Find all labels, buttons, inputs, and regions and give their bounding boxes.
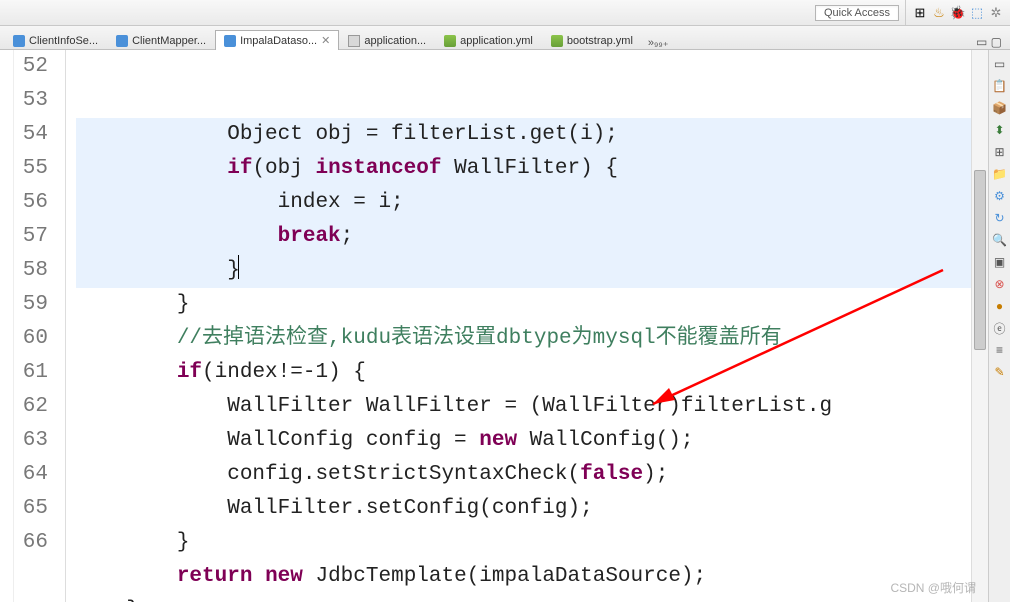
code-line[interactable]: index = i;	[76, 186, 971, 220]
scrollbar-thumb[interactable]	[974, 170, 986, 350]
tab-label: bootstrap.yml	[567, 35, 633, 47]
line-number: 52	[14, 50, 48, 84]
line-number: 59	[14, 288, 48, 322]
code-line[interactable]: }	[76, 594, 971, 602]
perspective-icons: ⊞ ♨ 🐞 ⬚ ✲	[905, 0, 1004, 25]
line-number: 55	[14, 152, 48, 186]
problems-icon[interactable]: ⊗	[992, 276, 1008, 292]
line-number: 64	[14, 458, 48, 492]
code-line[interactable]: Object obj = filterList.get(i);	[76, 118, 971, 152]
line-number: 62	[14, 390, 48, 424]
type-hierarchy-icon[interactable]: ⬍	[992, 122, 1008, 138]
more-tabs-indicator[interactable]: »₉₉₊	[642, 36, 675, 49]
code-line[interactable]: if(obj instanceof WallFilter) {	[76, 152, 971, 186]
hierarchy-icon[interactable]: ⊞	[992, 144, 1008, 160]
java-file-icon	[116, 35, 128, 47]
line-number: 61	[14, 356, 48, 390]
editor-tab-4[interactable]: application.yml	[435, 31, 542, 50]
editor-tab-1[interactable]: ClientMapper...	[107, 31, 215, 50]
code-line[interactable]: config.setStrictSyntaxCheck(false);	[76, 458, 971, 492]
marker-gutter	[0, 50, 14, 602]
editor-tab-0[interactable]: ClientInfoSe...	[4, 31, 107, 50]
console-icon[interactable]: ▣	[992, 254, 1008, 270]
editor-tabs: ClientInfoSe... ClientMapper... ImpalaData…	[0, 26, 1010, 50]
code-line[interactable]: WallFilter.setConfig(config);	[76, 492, 971, 526]
java-perspective-icon[interactable]: ♨	[931, 5, 947, 21]
code-line[interactable]: }	[76, 254, 971, 288]
close-tab-icon[interactable]: ✕	[321, 34, 330, 47]
tab-label: ImpalaDataso...	[240, 35, 317, 47]
line-number: 56	[14, 186, 48, 220]
variables-icon[interactable]: ≡	[992, 342, 1008, 358]
javaee-perspective-icon[interactable]: ⬚	[969, 5, 985, 21]
quick-access-field[interactable]: Quick Access	[815, 5, 899, 21]
tab-label: application.yml	[460, 35, 533, 47]
fold-gutter	[54, 50, 66, 602]
task-list-icon[interactable]: 📋	[992, 78, 1008, 94]
tab-label: ClientMapper...	[132, 35, 206, 47]
code-line[interactable]: if(index!=-1) {	[76, 356, 971, 390]
debug-icon[interactable]: ↻	[992, 210, 1008, 226]
main-area: 525354555657585960616263646566 Object ob…	[0, 50, 1010, 602]
line-number-gutter: 525354555657585960616263646566	[14, 50, 54, 602]
minimize-view-icon[interactable]: ▭ ▢	[968, 35, 1010, 49]
xml-file-icon	[348, 35, 360, 47]
navigator-icon[interactable]: 📁	[992, 166, 1008, 182]
open-perspective-icon[interactable]: ⊞	[912, 5, 928, 21]
package-explorer-icon[interactable]: 📦	[992, 100, 1008, 116]
expressions-icon[interactable]: ⓔ	[992, 320, 1008, 336]
java-file-icon	[224, 35, 236, 47]
line-number: 65	[14, 492, 48, 526]
line-number: 57	[14, 220, 48, 254]
vertical-scrollbar[interactable]	[971, 50, 988, 602]
code-area[interactable]: Object obj = filterList.get(i); if(obj i…	[66, 50, 971, 602]
code-line[interactable]: }	[76, 288, 971, 322]
code-line[interactable]: //去掉语法检查,kudu表语法设置dbtype为mysql不能覆盖所有	[76, 322, 971, 356]
code-line[interactable]: }	[76, 526, 971, 560]
code-editor[interactable]: 525354555657585960616263646566 Object ob…	[0, 50, 988, 602]
line-number: 54	[14, 118, 48, 152]
tab-label: ClientInfoSe...	[29, 35, 98, 47]
servers-icon[interactable]: ⚙	[992, 188, 1008, 204]
code-line[interactable]: break;	[76, 220, 971, 254]
search-icon[interactable]: 🔍	[992, 232, 1008, 248]
code-line[interactable]: WallFilter WallFilter = (WallFilter)filt…	[76, 390, 971, 424]
debug-perspective-icon[interactable]: 🐞	[950, 5, 966, 21]
history-icon[interactable]: ✎	[992, 364, 1008, 380]
line-number: 60	[14, 322, 48, 356]
line-number: 66	[14, 526, 48, 560]
editor-tab-5[interactable]: bootstrap.yml	[542, 31, 642, 50]
java-file-icon	[13, 35, 25, 47]
yml-file-icon	[444, 35, 456, 47]
watermark-text: CSDN @哦何谓	[890, 579, 976, 596]
editor-tab-3[interactable]: application...	[339, 31, 435, 50]
line-number: 58	[14, 254, 48, 288]
tab-label: application...	[364, 35, 426, 47]
line-number: 53	[14, 84, 48, 118]
resource-perspective-icon[interactable]: ✲	[988, 5, 1004, 21]
line-number: 63	[14, 424, 48, 458]
editor-tab-2[interactable]: ImpalaDataso... ✕	[215, 30, 339, 50]
outline-view-icon[interactable]: ▭	[992, 56, 1008, 72]
top-toolbar: Quick Access ⊞ ♨ 🐞 ⬚ ✲	[0, 0, 1010, 26]
breakpoints-icon[interactable]: ●	[992, 298, 1008, 314]
right-toolbar: ▭ 📋 📦 ⬍ ⊞ 📁 ⚙ ↻ 🔍 ▣ ⊗ ● ⓔ ≡ ✎	[988, 50, 1010, 602]
code-line[interactable]: WallConfig config = new WallConfig();	[76, 424, 971, 458]
yml-file-icon	[551, 35, 563, 47]
code-line[interactable]: return new JdbcTemplate(impalaDataSource…	[76, 560, 971, 594]
